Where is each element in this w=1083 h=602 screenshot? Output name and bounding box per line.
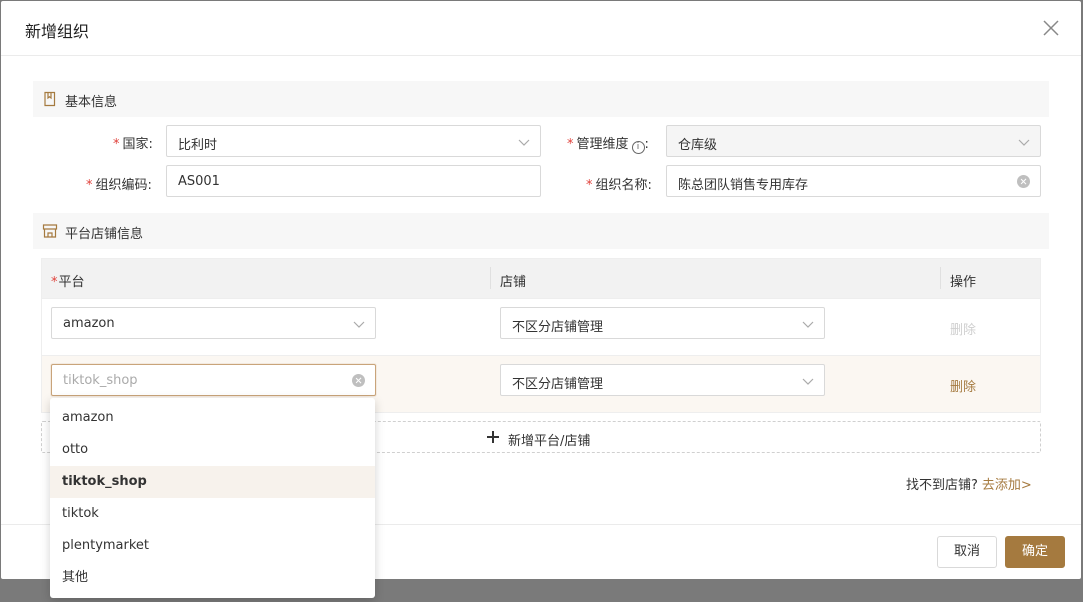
modal-header: 新增组织	[1, 1, 1081, 56]
column-divider	[490, 267, 491, 289]
store-select[interactable]: 不区分店铺管理	[500, 364, 825, 396]
clear-icon[interactable]	[1017, 175, 1030, 188]
dropdown-option[interactable]: tiktok	[50, 498, 375, 530]
org-code-input[interactable]: AS001	[166, 165, 541, 197]
org-name-value: 陈总团队销售专用库存	[678, 178, 809, 193]
table-header: *平台 店铺 操作	[42, 259, 1040, 298]
org-code-label: * 组织编码:	[86, 178, 152, 193]
platform-select[interactable]: amazon	[51, 307, 376, 339]
chevron-down-icon	[1018, 139, 1030, 146]
store-select[interactable]: 不区分店铺管理	[500, 307, 825, 339]
cancel-button[interactable]: 取消	[937, 536, 997, 568]
platform-section-header: 平台店铺信息	[33, 213, 1049, 249]
basic-info-section-header: 基本信息	[33, 81, 1049, 117]
confirm-button[interactable]: 确定	[1005, 536, 1065, 568]
org-code-value: AS001	[178, 174, 220, 189]
store-column-header: 店铺	[500, 275, 527, 290]
dropdown-option[interactable]: tiktok_shop	[50, 466, 375, 498]
column-divider	[940, 267, 941, 289]
country-label: * 国家:	[113, 137, 153, 152]
close-icon[interactable]	[1041, 18, 1061, 38]
dropdown-option[interactable]: amazon	[50, 402, 375, 434]
org-name-input[interactable]: 陈总团队销售专用库存	[666, 165, 1041, 197]
dropdown-option[interactable]: 其他	[50, 562, 375, 594]
info-icon[interactable]: i	[631, 141, 645, 154]
org-name-label: * 组织名称:	[586, 178, 652, 193]
platform-dropdown: amazon otto tiktok_shop tiktok plentymar…	[50, 398, 375, 598]
action-column-header: 操作	[950, 275, 977, 290]
dimension-select: 仓库级	[666, 125, 1041, 157]
dimension-value: 仓库级	[678, 138, 718, 153]
clear-icon[interactable]	[352, 374, 365, 387]
delete-button[interactable]: 删除	[950, 376, 976, 395]
modal-title: 新增组织	[25, 22, 90, 41]
section-title: 平台店铺信息	[65, 227, 144, 242]
dimension-label: * 管理维度 i:	[567, 137, 649, 154]
bookmark-icon	[44, 91, 56, 107]
store-icon	[42, 224, 58, 238]
plus-icon	[487, 431, 499, 443]
country-select[interactable]: 比利时	[166, 125, 541, 157]
chevron-down-icon	[353, 321, 365, 328]
delete-button[interactable]: 删除	[950, 319, 976, 338]
add-platform-store-label: 新增平台/店铺	[508, 434, 591, 449]
platform-store-table: *平台 店铺 操作 amazon 不区分店铺管理 删除 tiktok_shop	[41, 258, 1041, 413]
section-title: 基本信息	[65, 95, 118, 110]
table-row: amazon 不区分店铺管理 删除	[42, 298, 1040, 355]
chevron-down-icon	[802, 321, 814, 328]
platform-select[interactable]: tiktok_shop	[51, 364, 376, 396]
country-value: 比利时	[178, 138, 218, 153]
platform-column-header: *平台	[51, 275, 85, 290]
chevron-down-icon	[518, 139, 530, 146]
go-add-store-link[interactable]: 去添加>	[982, 478, 1032, 493]
store-not-found-hint: 找不到店铺? 去添加>	[906, 478, 1032, 493]
chevron-down-icon	[802, 378, 814, 385]
dropdown-option[interactable]: plentymarket	[50, 530, 375, 562]
dropdown-option[interactable]: otto	[50, 434, 375, 466]
